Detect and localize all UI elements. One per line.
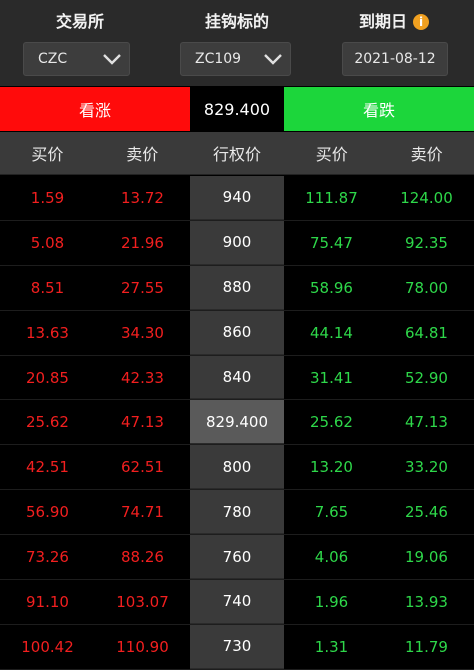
table-row[interactable]: 73.26 88.26 760 4.06 19.06 bbox=[0, 535, 474, 581]
table-row[interactable]: 56.90 74.71 780 7.65 25.46 bbox=[0, 490, 474, 536]
put-ask-cell[interactable]: 124.00 bbox=[379, 176, 474, 220]
strike-cell[interactable]: 760 bbox=[190, 535, 284, 580]
call-ask-cell[interactable]: 21.96 bbox=[95, 221, 190, 265]
options-table: 1.59 13.72 940 111.87 124.00 5.08 21.96 900 75.4… bbox=[0, 176, 474, 670]
call-ask-cell[interactable]: 34.30 bbox=[95, 311, 190, 355]
put-ask-cell[interactable]: 52.90 bbox=[379, 356, 474, 400]
expiry-title-wrap: 到期日 i bbox=[314, 8, 474, 32]
chevron-down-icon bbox=[264, 54, 282, 65]
header-call-bid: 买价 bbox=[31, 145, 64, 164]
table-row[interactable]: 1.59 13.72 940 111.87 124.00 bbox=[0, 176, 474, 221]
put-fall-label[interactable]: 看跌 bbox=[284, 87, 474, 131]
put-ask-cell[interactable]: 47.13 bbox=[379, 400, 474, 444]
call-bid-cell[interactable]: 73.26 bbox=[0, 535, 95, 579]
put-bid-cell[interactable]: 25.62 bbox=[284, 400, 379, 444]
call-ask-cell[interactable]: 27.55 bbox=[95, 266, 190, 310]
put-ask-cell[interactable]: 25.46 bbox=[379, 490, 474, 534]
price-strip: 看涨 829.400 看跌 bbox=[0, 87, 474, 131]
call-bid-cell[interactable]: 13.63 bbox=[0, 311, 95, 355]
underlying-value: ZC109 bbox=[195, 51, 242, 67]
header-call-ask: 卖价 bbox=[126, 145, 159, 164]
strike-cell[interactable]: 900 bbox=[190, 220, 284, 265]
underlying-select[interactable]: ZC109 bbox=[180, 42, 291, 76]
info-icon[interactable]: i bbox=[413, 14, 429, 30]
put-bid-cell[interactable]: 31.41 bbox=[284, 356, 379, 400]
strike-cell[interactable]: 800 bbox=[190, 445, 284, 490]
strike-cell[interactable]: 730 bbox=[190, 624, 284, 669]
put-ask-cell[interactable]: 19.06 bbox=[379, 535, 474, 579]
put-bid-cell[interactable]: 111.87 bbox=[284, 176, 379, 220]
call-ask-cell[interactable]: 13.72 bbox=[95, 176, 190, 220]
put-bid-cell[interactable]: 58.96 bbox=[284, 266, 379, 310]
call-ask-cell[interactable]: 47.13 bbox=[95, 400, 190, 444]
call-bid-cell[interactable]: 1.59 bbox=[0, 176, 95, 220]
put-ask-cell[interactable]: 64.81 bbox=[379, 311, 474, 355]
put-bid-cell[interactable]: 1.31 bbox=[284, 625, 379, 669]
table-row[interactable]: 100.42 110.90 730 1.31 11.79 bbox=[0, 624, 474, 670]
table-header: 买价 卖价 行权价 买价 卖价 bbox=[0, 132, 474, 175]
call-bid-cell[interactable]: 5.08 bbox=[0, 221, 95, 265]
exchange-value: CZC bbox=[38, 51, 68, 67]
call-bid-cell[interactable]: 56.90 bbox=[0, 490, 95, 534]
put-ask-cell[interactable]: 33.20 bbox=[379, 445, 474, 489]
underlying-title: 挂钩标的 bbox=[204, 12, 269, 31]
exchange-select[interactable]: CZC bbox=[23, 42, 130, 76]
call-ask-cell[interactable]: 42.33 bbox=[95, 356, 190, 400]
expiry-title: 到期日 bbox=[358, 12, 407, 31]
strike-cell[interactable]: 829.400 bbox=[190, 400, 284, 445]
call-bid-cell[interactable]: 25.62 bbox=[0, 400, 95, 444]
strike-cell[interactable]: 840 bbox=[190, 355, 284, 400]
put-ask-cell[interactable]: 11.79 bbox=[379, 625, 474, 669]
header-strike: 行权价 bbox=[189, 132, 285, 174]
put-ask-cell[interactable]: 92.35 bbox=[379, 221, 474, 265]
table-row[interactable]: 8.51 27.55 880 58.96 78.00 bbox=[0, 265, 474, 311]
strike-cell[interactable]: 740 bbox=[190, 580, 284, 624]
strike-cell[interactable]: 940 bbox=[190, 176, 284, 220]
call-ask-cell[interactable]: 110.90 bbox=[95, 625, 190, 669]
put-bid-cell[interactable]: 13.20 bbox=[284, 445, 379, 489]
call-ask-cell[interactable]: 103.07 bbox=[95, 580, 190, 624]
table-row[interactable]: 91.10 103.07 740 1.96 13.93 bbox=[0, 580, 474, 625]
chevron-down-icon bbox=[103, 54, 121, 65]
call-bid-cell[interactable]: 8.51 bbox=[0, 266, 95, 310]
underlying-price: 829.400 bbox=[190, 87, 284, 131]
table-row[interactable]: 13.63 34.30 860 44.14 64.81 bbox=[0, 310, 474, 356]
put-bid-cell[interactable]: 7.65 bbox=[284, 490, 379, 534]
strike-cell[interactable]: 880 bbox=[190, 265, 284, 310]
filter-bar: 交易所 挂钩标的 到期日 i CZC ZC109 2021-08-12 bbox=[0, 0, 474, 86]
strike-cell[interactable]: 780 bbox=[190, 490, 284, 535]
put-ask-cell[interactable]: 78.00 bbox=[379, 266, 474, 310]
put-bid-cell[interactable]: 1.96 bbox=[284, 580, 379, 624]
call-ask-cell[interactable]: 62.51 bbox=[95, 445, 190, 489]
table-row[interactable]: 20.85 42.33 840 31.41 52.90 bbox=[0, 355, 474, 401]
put-ask-cell[interactable]: 13.93 bbox=[379, 580, 474, 624]
put-bid-cell[interactable]: 75.47 bbox=[284, 221, 379, 265]
strike-cell[interactable]: 860 bbox=[190, 310, 284, 355]
call-ask-cell[interactable]: 74.71 bbox=[95, 490, 190, 534]
table-row[interactable]: 25.62 47.13 829.400 25.62 47.13 bbox=[0, 400, 474, 446]
put-bid-cell[interactable]: 44.14 bbox=[284, 311, 379, 355]
call-bid-cell[interactable]: 20.85 bbox=[0, 356, 95, 400]
call-rise-label[interactable]: 看涨 bbox=[0, 87, 190, 131]
header-put-bid: 买价 bbox=[315, 145, 348, 164]
exchange-title: 交易所 bbox=[55, 12, 104, 31]
call-bid-cell[interactable]: 100.42 bbox=[0, 625, 95, 669]
put-bid-cell[interactable]: 4.06 bbox=[284, 535, 379, 579]
call-ask-cell[interactable]: 88.26 bbox=[95, 535, 190, 579]
call-bid-cell[interactable]: 91.10 bbox=[0, 580, 95, 624]
table-row[interactable]: 5.08 21.96 900 75.47 92.35 bbox=[0, 220, 474, 266]
table-row[interactable]: 42.51 62.51 800 13.20 33.20 bbox=[0, 445, 474, 491]
header-put-ask: 卖价 bbox=[410, 145, 443, 164]
call-bid-cell[interactable]: 42.51 bbox=[0, 445, 95, 489]
expiry-select[interactable]: 2021-08-12 bbox=[342, 42, 448, 76]
expiry-value: 2021-08-12 bbox=[354, 51, 436, 67]
